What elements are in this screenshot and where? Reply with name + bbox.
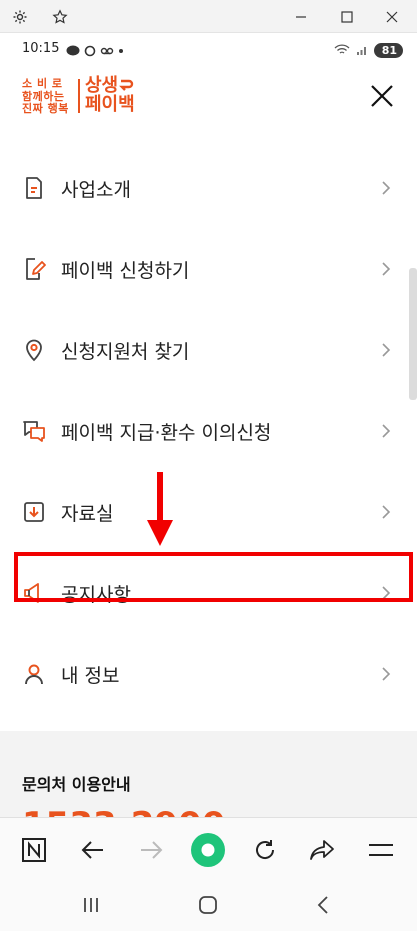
system-back-button[interactable]: [308, 893, 338, 917]
window-close-button[interactable]: [372, 0, 412, 33]
status-right: 81: [334, 41, 403, 60]
logo-brand-line: 페이백: [85, 94, 135, 115]
side-menu: 사업소개 페이백 신청하기 신청지원처 찾기 페이백 지급·환수 이의신청 자료…: [0, 148, 417, 715]
green-dot-button[interactable]: [188, 830, 228, 870]
back-button[interactable]: [73, 830, 113, 870]
pin-star-icon[interactable]: [40, 0, 80, 33]
logo-tagline-line: 소 비 로: [22, 77, 63, 90]
logo-tagline-line: 진짜 행복: [22, 102, 69, 115]
maximize-button[interactable]: [327, 0, 367, 33]
chevron-right-icon: [381, 423, 391, 439]
status-bar: 10:15 81: [0, 33, 417, 65]
recent-apps-icon: [84, 898, 98, 912]
forward-button[interactable]: [131, 830, 171, 870]
chevron-right-icon: [381, 261, 391, 277]
window-title-bar: [0, 0, 417, 33]
chat-notification-icon: [66, 42, 80, 61]
megaphone-icon: [22, 581, 46, 605]
logo-brand-line: 상생: [85, 75, 119, 96]
refresh-icon: [256, 840, 275, 859]
recent-apps-button[interactable]: [76, 893, 106, 917]
home-icon: [199, 896, 217, 914]
arrow-left-icon: [81, 841, 103, 859]
location-pin-icon: [22, 338, 46, 362]
contact-info-section: 문의처 이용안내 1533-2900: [0, 731, 417, 831]
refresh-button[interactable]: [245, 830, 285, 870]
system-navigation-bar: [0, 881, 417, 931]
naver-n-icon: [22, 838, 46, 862]
menu-item-business-intro[interactable]: 사업소개: [0, 148, 417, 229]
dot-icon: [118, 42, 124, 61]
menu-item-resources[interactable]: 자료실: [0, 472, 417, 553]
scrollbar-thumb[interactable]: [409, 268, 417, 400]
document-icon: [22, 176, 46, 200]
share-icon: [310, 840, 334, 860]
voicemail-icon: [100, 42, 114, 61]
menu-item-my-info[interactable]: 내 정보: [0, 634, 417, 715]
download-icon: [22, 500, 46, 524]
notification-icons: [66, 42, 124, 61]
menu-item-label: 신청지원처 찾기: [61, 341, 190, 363]
signal-icon: [356, 41, 368, 60]
annotation-arrow-icon: [145, 472, 175, 548]
menu-item-label: 자료실: [61, 503, 114, 525]
menu-item-label: 페이백 지급·환수 이의신청: [61, 422, 272, 444]
wifi-icon: [334, 41, 350, 60]
logo-tagline: 소 비 로 함께하는 진짜 행복: [22, 77, 72, 116]
chevron-right-icon: [381, 342, 391, 358]
close-menu-button[interactable]: [369, 83, 395, 109]
status-time: 10:15: [22, 41, 60, 56]
chevron-left-icon: [317, 896, 328, 914]
edit-document-icon: [22, 257, 46, 281]
threads-icon: [84, 42, 96, 61]
chevron-right-icon: [381, 666, 391, 682]
browser-toolbar: [0, 817, 417, 881]
chevron-right-icon: [381, 585, 391, 601]
hamburger-icon: [369, 844, 393, 856]
menu-item-label: 페이백 신청하기: [61, 260, 190, 282]
menu-item-objection[interactable]: 페이백 지급·환수 이의신청: [0, 391, 417, 472]
person-icon: [22, 662, 46, 686]
chevron-right-icon: [381, 180, 391, 196]
menu-item-find-center[interactable]: 신청지원처 찾기: [0, 310, 417, 391]
home-button[interactable]: [193, 893, 223, 917]
menu-item-label: 공지사항: [61, 584, 131, 606]
close-icon: [371, 85, 393, 107]
logo-brand[interactable]: 상생 페이백: [85, 76, 135, 114]
settings-icon[interactable]: [0, 0, 40, 33]
arrow-right-icon: [141, 841, 163, 859]
menu-button[interactable]: [361, 830, 401, 870]
battery-badge: 81: [373, 43, 403, 58]
menu-item-label: 내 정보: [61, 665, 120, 687]
contact-info-title: 문의처 이용안내: [22, 775, 131, 794]
menu-item-label: 사업소개: [61, 179, 131, 201]
chevron-right-icon: [381, 504, 391, 520]
minimize-button[interactable]: [281, 0, 321, 33]
logo-divider: [78, 79, 80, 113]
logo-swoosh-icon: [119, 79, 134, 91]
site-header: 소 비 로 함께하는 진짜 행복 상생 페이백: [0, 65, 417, 135]
chat-bubbles-icon: [22, 419, 46, 443]
naver-home-button[interactable]: [14, 830, 54, 870]
menu-item-payback-apply[interactable]: 페이백 신청하기: [0, 229, 417, 310]
menu-item-notice[interactable]: 공지사항: [0, 553, 417, 634]
share-button[interactable]: [302, 830, 342, 870]
green-dot-icon: [191, 833, 225, 867]
